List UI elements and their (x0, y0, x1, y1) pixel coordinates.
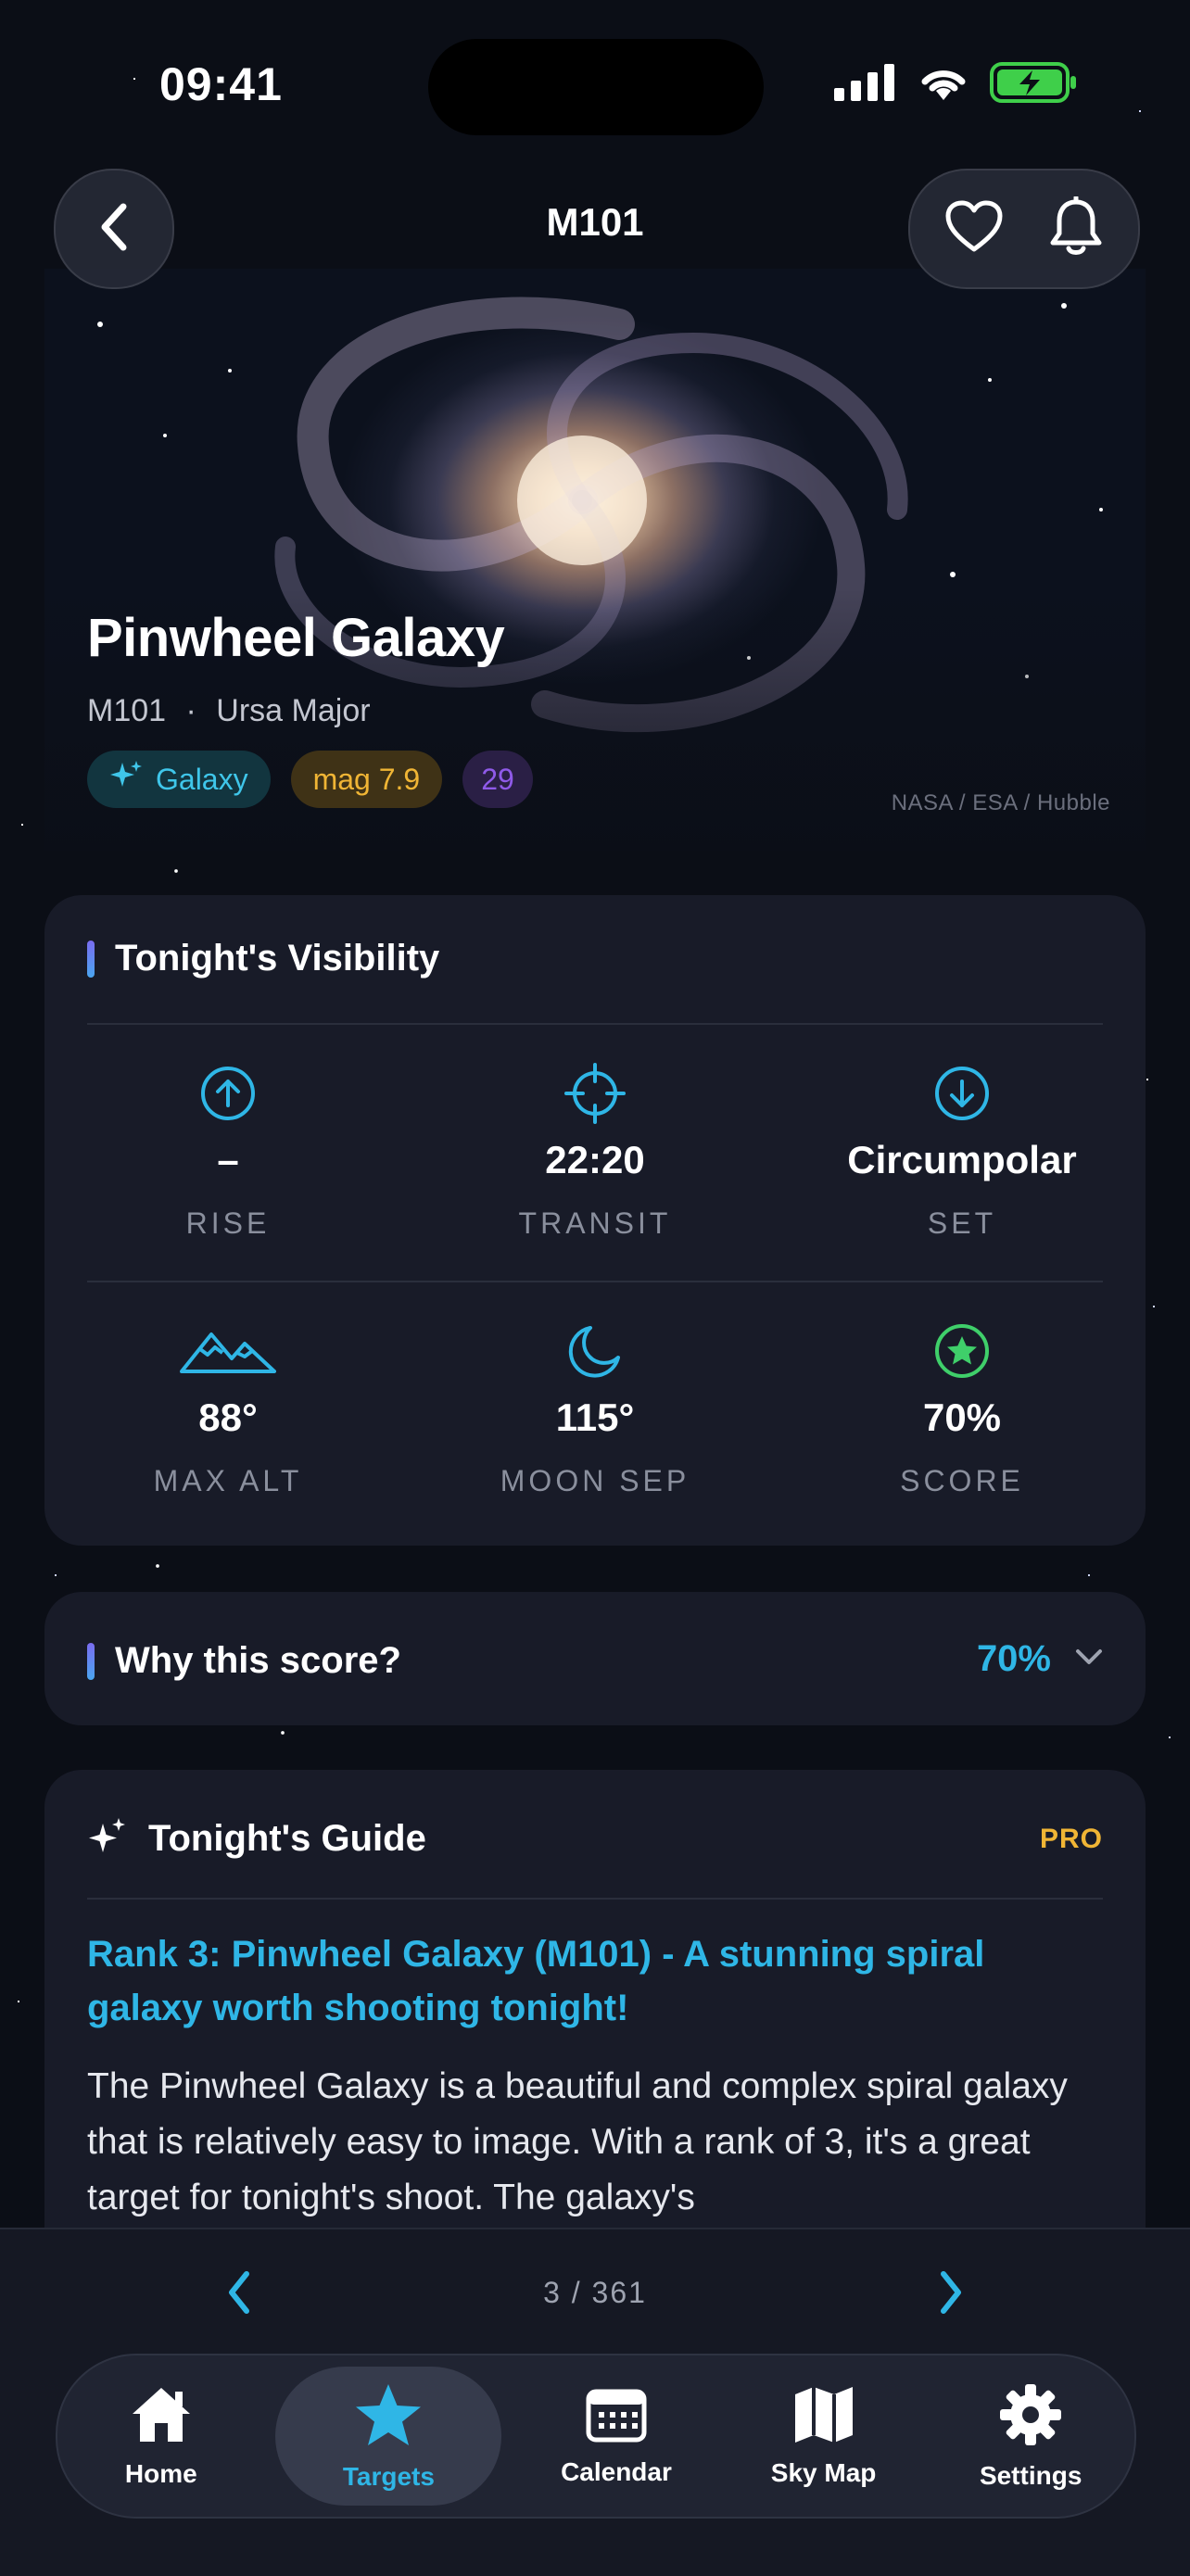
battery-charging-icon (990, 61, 1079, 108)
magnitude-chip: mag 7.9 (290, 751, 443, 808)
guide-header: Tonight's Guide (87, 1816, 426, 1862)
home-icon (129, 2384, 194, 2450)
visibility-title: Tonight's Visibility (115, 938, 440, 979)
max-alt-stat: 88° MAX ALT (44, 1318, 411, 1498)
sparkles-icon (87, 1816, 128, 1862)
tab-sky-map-label: Sky Map (770, 2457, 877, 2487)
score-explainer-right: 70% (977, 1638, 1103, 1680)
extra-chip: 29 (462, 751, 533, 808)
score-explainer-title: Why this score? (115, 1640, 401, 1681)
max-alt-value: 88° (198, 1395, 258, 1439)
alert-button[interactable] (1048, 195, 1104, 262)
dynamic-island (428, 39, 764, 135)
rise-value: – (217, 1138, 239, 1181)
chevron-right-icon (941, 2271, 961, 2314)
pro-badge: PRO (1039, 1824, 1103, 1854)
transit-value: 22:20 (545, 1138, 645, 1181)
guide-body: The Pinwheel Galaxy is a beautiful and c… (87, 2066, 1068, 2217)
status-time: 09:41 (159, 58, 283, 110)
set-stat: Circumpolar SET (779, 1060, 1146, 1241)
max-alt-label: MAX ALT (153, 1464, 303, 1497)
crosshair-icon (563, 1060, 627, 1127)
moon-icon (566, 1318, 624, 1384)
score-explainer-card[interactable]: Why this score? 70% (44, 1592, 1146, 1725)
score-label: SCORE (900, 1464, 1024, 1497)
tab-home[interactable]: Home (69, 2367, 254, 2506)
score-value: 70% (922, 1395, 1002, 1439)
guide-content: Rank 3: Pinwheel Galaxy (M101) - A stunn… (87, 1927, 1103, 2226)
mountain-icon (180, 1318, 276, 1384)
next-target-button[interactable] (934, 2268, 968, 2321)
gear-icon (998, 2382, 1063, 2452)
tab-calendar[interactable]: Calendar (524, 2367, 709, 2506)
rise-label: RISE (185, 1206, 271, 1240)
pager-row: 3 / 361 (0, 2268, 1190, 2320)
accent-bar (87, 1642, 95, 1680)
tab-bar: Home Targets Calendar Sky Map Settings (56, 2354, 1136, 2519)
tab-settings-label: Settings (979, 2460, 1082, 2490)
arrow-down-circle-icon (933, 1060, 991, 1127)
star-circle-icon (933, 1318, 991, 1384)
separator-dot: · (185, 693, 196, 728)
object-chips: Galaxy mag 7.9 29 (87, 751, 533, 808)
tab-calendar-label: Calendar (561, 2456, 672, 2486)
score-stat: 70% SCORE (779, 1318, 1146, 1498)
bell-icon (1048, 195, 1104, 261)
transit-label: TRANSIT (518, 1206, 672, 1240)
tab-targets-label: Targets (342, 2461, 435, 2491)
object-subtitle: M101 · Ursa Major (87, 693, 371, 729)
score-explainer-header: Why this score? (87, 1640, 401, 1682)
guide-title: Tonight's Guide (148, 1818, 426, 1859)
hero-image: Pinwheel Galaxy M101 · Ursa Major Galaxy… (44, 269, 1146, 851)
tab-settings[interactable]: Settings (938, 2367, 1123, 2506)
visibility-row-divider (87, 1281, 1103, 1282)
guide-divider (87, 1898, 1103, 1900)
guide-card: Tonight's Guide PRO Rank 3: Pinwheel Gal… (44, 1770, 1146, 2289)
image-credit: NASA / ESA / Hubble (891, 790, 1110, 815)
moon-sep-value: 115° (555, 1395, 635, 1439)
tab-targets[interactable]: Targets (275, 2367, 502, 2506)
catalog-id: M101 (87, 693, 167, 728)
tab-home-label: Home (124, 2458, 197, 2488)
moon-sep-stat: 115° MOON SEP (411, 1318, 779, 1498)
pager-position: 3 / 361 (543, 2276, 647, 2309)
visibility-row-metrics: 88° MAX ALT 115° MOON SEP 70% SCORE (44, 1318, 1146, 1498)
score-explainer-value: 70% (976, 1638, 1051, 1679)
status-bar: 09:41 (0, 0, 1190, 167)
signal-icon (834, 64, 897, 106)
object-title: Pinwheel Galaxy (87, 608, 505, 668)
heart-icon (944, 200, 1004, 259)
arrow-up-circle-icon (199, 1060, 257, 1127)
accent-bar (87, 940, 95, 978)
guide-headline: Rank 3: Pinwheel Galaxy (M101) - A stunn… (87, 1934, 985, 2028)
star-icon (353, 2381, 424, 2453)
constellation: Ursa Major (216, 693, 371, 728)
map-icon (791, 2385, 856, 2449)
transit-stat: 22:20 TRANSIT (411, 1060, 779, 1241)
visibility-header: Tonight's Visibility (87, 938, 439, 979)
status-icons (834, 61, 1079, 108)
set-value: Circumpolar (847, 1138, 1077, 1181)
rise-stat: – RISE (44, 1060, 411, 1241)
sparkles-icon (109, 759, 143, 800)
calendar-icon (586, 2386, 647, 2448)
favorite-button[interactable] (944, 199, 1004, 259)
type-chip: Galaxy (87, 751, 271, 808)
visibility-divider (87, 1023, 1103, 1025)
visibility-card: Tonight's Visibility – RISE 22:20 TRANSI… (44, 895, 1146, 1546)
nav-actions (908, 169, 1140, 289)
moon-sep-label: MOON SEP (500, 1464, 690, 1497)
wifi-icon (918, 63, 969, 107)
chevron-down-icon (1075, 1648, 1103, 1671)
visibility-row-times: – RISE 22:20 TRANSIT Circumpolar SET (44, 1060, 1146, 1241)
set-label: SET (927, 1206, 997, 1240)
tab-sky-map[interactable]: Sky Map (731, 2367, 917, 2506)
